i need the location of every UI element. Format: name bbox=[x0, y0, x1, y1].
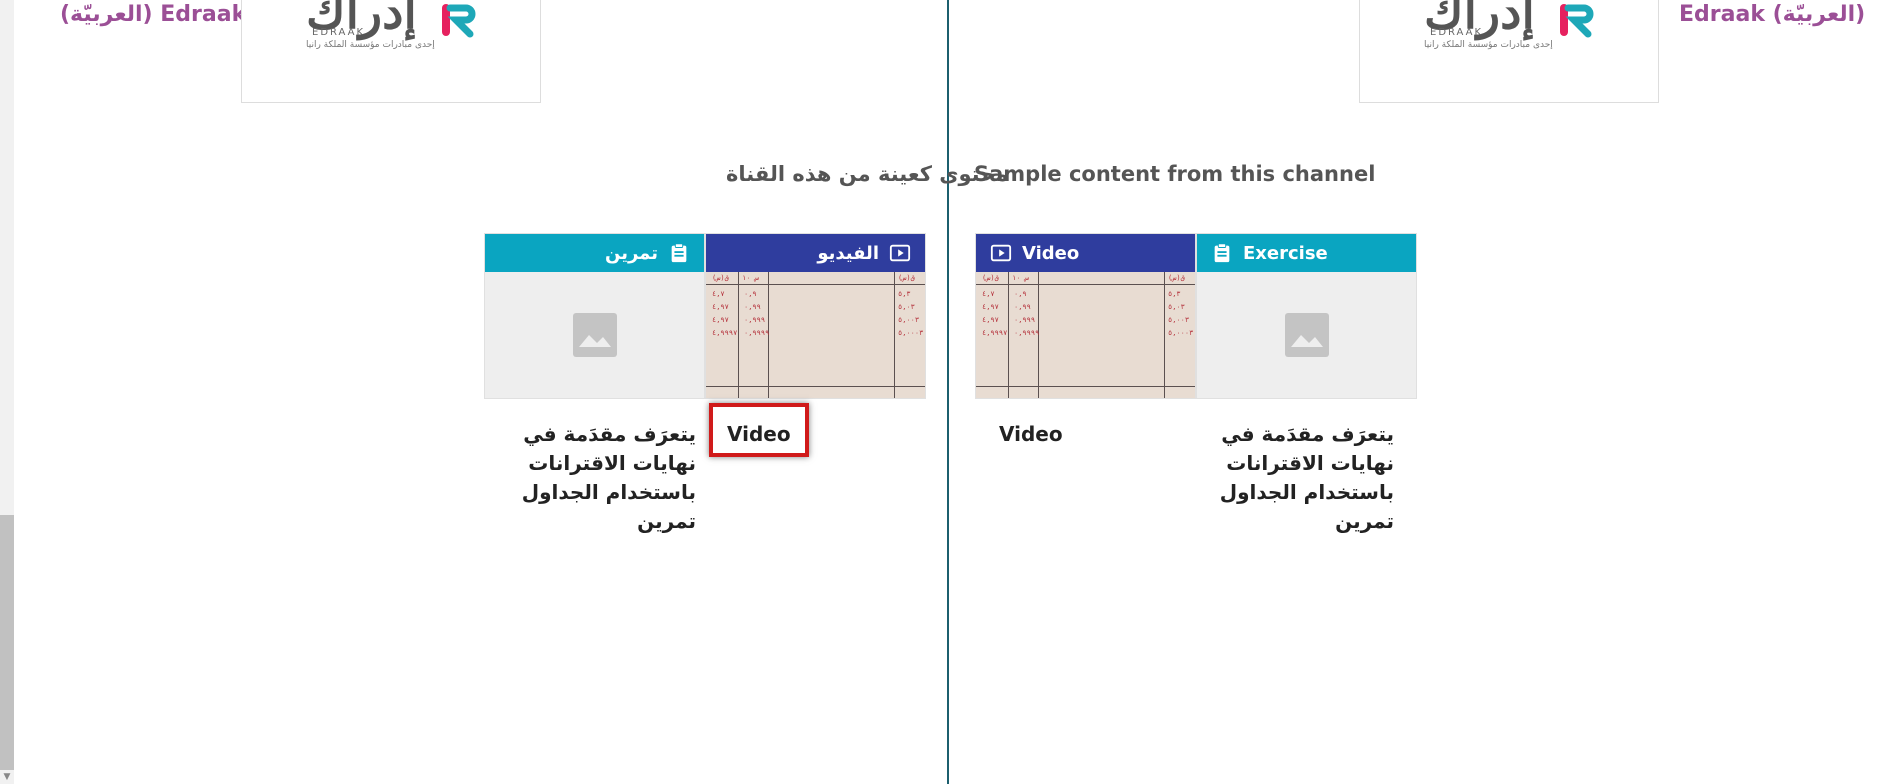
section-title: Sample content from this channel bbox=[974, 162, 1376, 186]
scrollbar-thumb[interactable] bbox=[0, 515, 14, 770]
exercise-thumbnail bbox=[485, 272, 704, 398]
channel-name[interactable]: Edraak (العربيّة) bbox=[1679, 2, 1865, 27]
content-card-video[interactable]: الفيديو ق(س) س ١٠ ق(س) ٤,٧ ٤,٩٧ ٤,٩٧ ٤,٩… bbox=[705, 233, 926, 399]
content-card-video[interactable]: Video ق(س) س ١٠ ق(س) ٤,٧ ٤,٩٧ ٤,٩٧ ٤,٩٩٩… bbox=[975, 233, 1196, 399]
exercise-thumbnail bbox=[1197, 272, 1416, 398]
clipboard-icon bbox=[1214, 243, 1230, 263]
card-kind-label: تمرين bbox=[605, 242, 658, 264]
content-card-exercise[interactable]: تمرين bbox=[484, 233, 705, 399]
logo-latin: EDRAAK bbox=[1430, 27, 1484, 38]
content-card-exercise[interactable]: Exercise bbox=[1196, 233, 1417, 399]
image-placeholder-icon bbox=[572, 313, 617, 357]
card-caption-exercise[interactable]: يتعرَف مقدَمة في نهايات الاقترانات باستخ… bbox=[1189, 420, 1394, 536]
video-thumbnail: ق(س) س ١٠ ق(س) ٤,٧ ٤,٩٧ ٤,٩٧ ٤,٩٩٩٧ ٠,٩ … bbox=[976, 272, 1195, 398]
card-caption-video[interactable]: Video bbox=[999, 420, 1063, 449]
card-caption-exercise[interactable]: يتعرَف مقدَمة في نهايات الاقترانات باستخ… bbox=[514, 420, 696, 536]
scrollbar[interactable]: ▼ bbox=[0, 0, 14, 784]
card-kind-label: Exercise bbox=[1243, 242, 1328, 264]
channel-logo: إدراك EDRAAK إحدى مبادرات مؤسسة الملكة ر… bbox=[1359, 0, 1659, 103]
card-kind-label: الفيديو bbox=[817, 242, 879, 264]
left-panel: Edraak (العربيّة) إدراك EDRAAK إحدى مباد… bbox=[14, 0, 1008, 784]
video-icon bbox=[990, 244, 1012, 262]
channel-logo: إدراك EDRAAK إحدى مبادرات مؤسسة الملكة ر… bbox=[241, 0, 541, 103]
image-placeholder-icon bbox=[1284, 313, 1329, 357]
video-thumbnail: ق(س) س ١٠ ق(س) ٤,٧ ٤,٩٧ ٤,٩٧ ٤,٩٩٩٧ ٠,٩ … bbox=[706, 272, 925, 398]
scroll-down-arrow-icon[interactable]: ▼ bbox=[0, 770, 14, 784]
highlight-box bbox=[709, 403, 809, 457]
channel-name[interactable]: Edraak (العربيّة) bbox=[60, 2, 246, 27]
logo-tagline: إحدى مبادرات مؤسسة الملكة رانيا bbox=[1424, 40, 1553, 50]
clipboard-icon bbox=[671, 243, 687, 263]
logo-latin: EDRAAK bbox=[312, 27, 366, 38]
edraak-logo-icon bbox=[442, 4, 476, 38]
right-panel: إدراك EDRAAK إحدى مبادرات مؤسسة الملكة ر… bbox=[949, 0, 1884, 784]
edraak-logo-icon bbox=[1560, 4, 1594, 38]
card-kind-label: Video bbox=[1022, 242, 1080, 264]
logo-tagline: إحدى مبادرات مؤسسة الملكة رانيا bbox=[306, 40, 435, 50]
video-icon bbox=[889, 244, 911, 262]
